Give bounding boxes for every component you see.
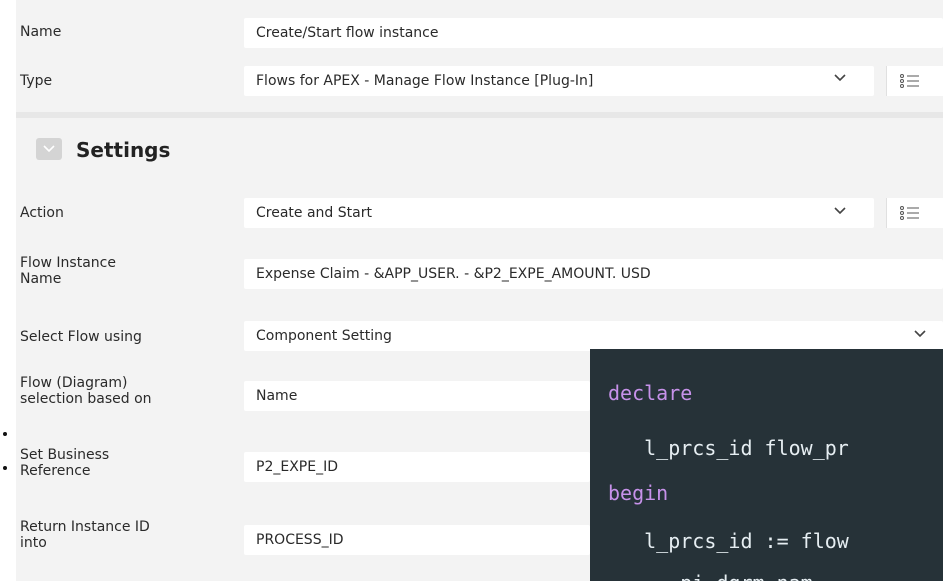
action-select[interactable]: Create and Start (244, 198, 874, 228)
code-line: begin (608, 481, 669, 505)
section-divider (16, 112, 943, 118)
label-line: Return Instance ID (20, 519, 150, 535)
label-line: Flow (Diagram) (20, 375, 128, 391)
type-select[interactable]: Flows for APEX - Manage Flow Instance [P… (244, 66, 874, 96)
action-label: Action (20, 205, 64, 221)
edge-dot (3, 466, 7, 470)
chevron-down-icon[interactable] (833, 70, 847, 84)
flow-instance-name-label: Flow Instance Name (20, 255, 116, 287)
flow-diagram-label: Flow (Diagram) selection based on (20, 375, 152, 407)
chevron-down-icon[interactable] (913, 326, 927, 340)
label-line: Name (20, 271, 62, 287)
code-snippet: declare l_prcs_id flow_pr begin l_prcs_i… (590, 349, 943, 581)
code-line: l_prcs_id := flow (608, 529, 849, 553)
code-line: declare (608, 381, 693, 405)
type-label: Type (20, 73, 53, 89)
flow-instance-name-input[interactable]: Expense Claim - &APP_USER. - &P2_EXPE_AM… (244, 259, 943, 289)
label-line: Reference (20, 463, 91, 479)
return-instance-input[interactable]: PROCESS_ID (244, 525, 590, 555)
code-line: pi_dgrm_nam (608, 571, 812, 581)
label-line: Set Business (20, 447, 110, 463)
list-icon[interactable] (886, 66, 943, 96)
label-line: Flow Instance (20, 255, 116, 271)
code-line: l_prcs_id flow_pr (608, 436, 849, 460)
flow-diagram-select[interactable]: Name (244, 381, 590, 411)
edge-dot (3, 432, 7, 436)
business-reference-label: Set Business Reference (20, 447, 109, 479)
return-instance-label: Return Instance ID into (20, 519, 150, 551)
select-flow-select[interactable]: Component Setting (244, 321, 943, 351)
label-line: selection based on (20, 391, 152, 407)
name-input[interactable]: Create/Start flow instance (244, 18, 943, 48)
chevron-down-icon[interactable] (833, 203, 847, 217)
list-icon[interactable] (886, 198, 943, 228)
label-line: into (20, 535, 47, 551)
settings-title: Settings (76, 138, 171, 162)
left-gutter (0, 0, 14, 581)
name-label: Name (20, 24, 62, 40)
business-reference-input[interactable]: P2_EXPE_ID (244, 452, 590, 482)
collapse-icon[interactable] (36, 138, 62, 160)
select-flow-label: Select Flow using (20, 329, 142, 345)
